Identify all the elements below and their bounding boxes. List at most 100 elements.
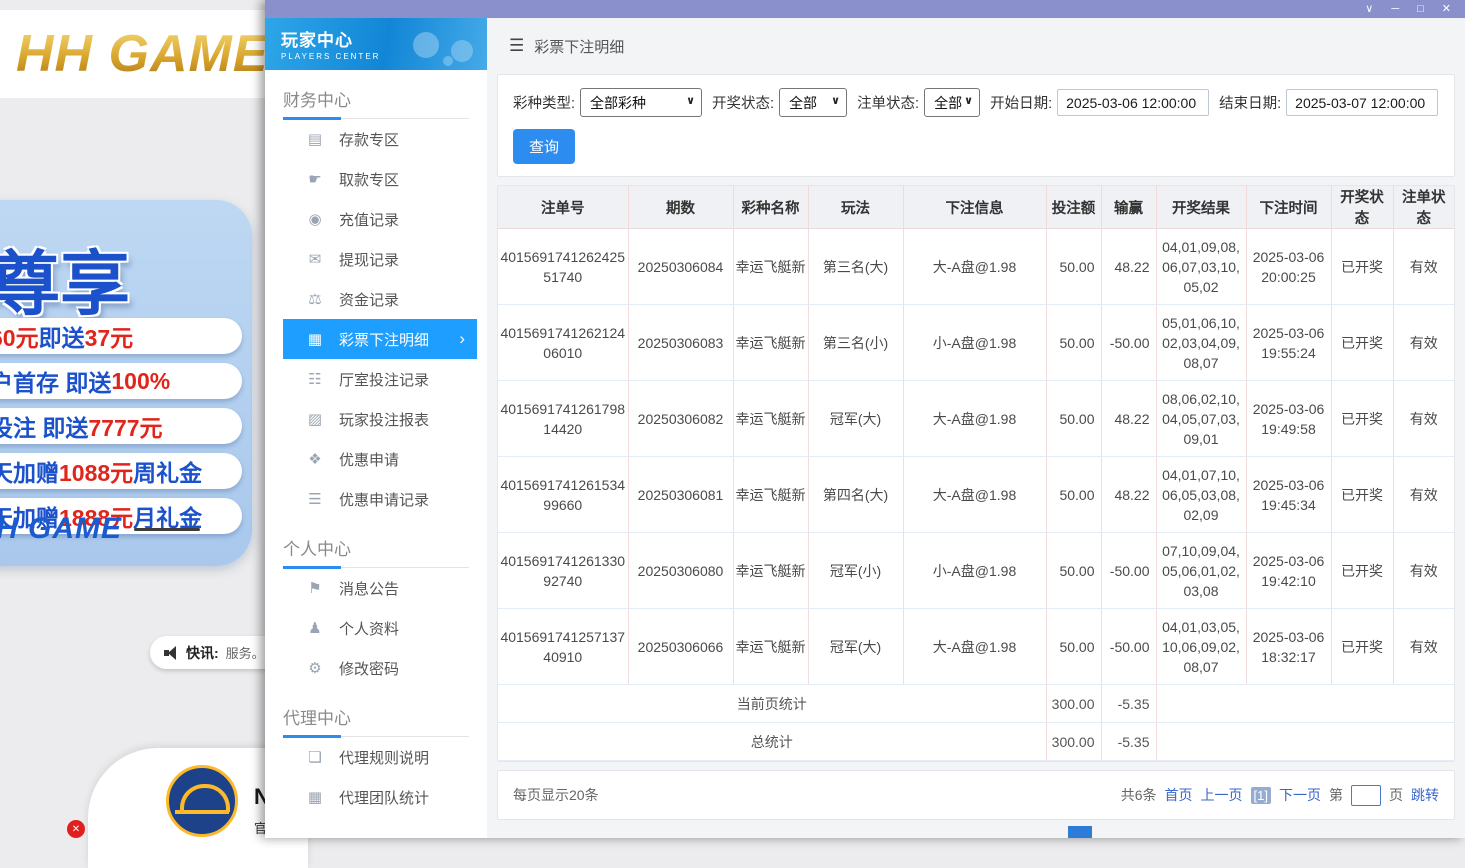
sidebar-item-profile[interactable]: ♟个人资料 xyxy=(283,608,477,648)
draw-status-value: 全部 xyxy=(789,93,817,113)
document-icon: ▦ xyxy=(305,330,325,348)
site-header-band: HH GAME xyxy=(0,10,300,98)
summary-amount: 300.00 xyxy=(1046,723,1101,761)
sidebar-item-recharge-records[interactable]: ◉充值记录 xyxy=(283,199,477,239)
sidebar-item-label: 充值记录 xyxy=(339,209,399,230)
cell-win_loss: -50.00 xyxy=(1101,305,1156,381)
jump-button[interactable]: 跳转 xyxy=(1411,785,1439,805)
summary-row: 当前页统计300.00-5.35 xyxy=(498,685,1454,723)
end-date-label: 结束日期: xyxy=(1219,92,1281,113)
sidebar-item-withdrawal-records[interactable]: ✉提现记录 xyxy=(283,239,477,279)
cell-order_status: 有效 xyxy=(1393,381,1454,457)
lottery-type-label: 彩种类型: xyxy=(513,92,575,113)
column-header-order_status: 注单状态 xyxy=(1393,186,1454,229)
sidebar-item-label: 优惠申请记录 xyxy=(339,489,429,510)
lottery-type-value: 全部彩种 xyxy=(590,93,646,113)
start-date-input[interactable] xyxy=(1057,89,1209,116)
speaker-icon xyxy=(164,646,179,660)
sidebar-item-deposit-zone[interactable]: ▤存款专区 xyxy=(283,119,477,159)
summary-row: 总统计300.00-5.35 xyxy=(498,723,1454,761)
section-title: 财务中心 xyxy=(283,86,487,119)
section-title: 代理中心 xyxy=(283,704,487,737)
cell-bet_info: 大-A盘@1.98 xyxy=(903,229,1046,305)
dash-decoration xyxy=(134,528,200,531)
sidebar-item-agent-rules[interactable]: ❏代理规则说明 xyxy=(283,737,477,777)
cell-play: 第四名(大) xyxy=(808,457,903,533)
cell-order_status: 有效 xyxy=(1393,305,1454,381)
coin-purse-icon: ⚖ xyxy=(305,290,325,308)
cell-order_no: 401569174126242551740 xyxy=(498,229,628,305)
sidebar-item-promo-apply[interactable]: ❖优惠申请 xyxy=(283,439,477,479)
cell-amount: 50.00 xyxy=(1046,305,1101,381)
summary-win-loss: -5.35 xyxy=(1101,723,1156,761)
bell-icon: ⚑ xyxy=(305,579,325,597)
menu-icon[interactable]: ☰ xyxy=(509,36,524,56)
sidebar-item-promo-apply-records[interactable]: ☰优惠申请记录 xyxy=(283,479,477,519)
cell-lottery: 幸运飞艇新 xyxy=(733,229,808,305)
cell-period: 20250306080 xyxy=(628,533,733,609)
table-row: 40156917412571374091020250306066幸运飞艇新冠军(… xyxy=(498,609,1454,685)
query-button[interactable]: 查询 xyxy=(513,129,575,164)
order-status-select[interactable]: 全部 xyxy=(924,88,980,117)
cell-period: 20250306083 xyxy=(628,305,733,381)
sidebar-item-agent-team-stats[interactable]: ▦代理团队统计 xyxy=(283,777,477,817)
sidebar: 玩家中心 PLAYERS CENTER 财务中心▤存款专区☛取款专区◉充值记录✉… xyxy=(265,18,487,838)
page-jump-input[interactable] xyxy=(1351,785,1381,806)
sidebar-item-withdraw-zone[interactable]: ☛取款专区 xyxy=(283,159,477,199)
summary-label: 当前页统计 xyxy=(498,685,1046,723)
sidebar-item-label: 存款专区 xyxy=(339,129,399,150)
sidebar-item-announcements[interactable]: ⚑消息公告 xyxy=(283,568,477,608)
page-title: 彩票下注明细 xyxy=(534,36,624,57)
sidebar-item-label: 彩票下注明细 xyxy=(339,329,429,350)
lottery-type-select[interactable]: 全部彩种 xyxy=(580,88,702,117)
promo-pill: 户首存 即送100% xyxy=(0,363,242,399)
close-button[interactable]: ✕ xyxy=(1442,0,1451,18)
sidebar-item-funds-records[interactable]: ⚖资金记录 xyxy=(283,279,477,319)
sidebar-item-change-password[interactable]: ⚙修改密码 xyxy=(283,648,477,688)
cell-win_loss: 48.22 xyxy=(1101,457,1156,533)
section-title: 个人中心 xyxy=(283,535,487,568)
jump-prefix-label: 第 xyxy=(1329,785,1343,805)
cell-amount: 50.00 xyxy=(1046,229,1101,305)
draw-status-select[interactable]: 全部 xyxy=(779,88,847,117)
floating-widget-partial[interactable] xyxy=(1068,826,1092,838)
sidebar-item-label: 取款专区 xyxy=(339,169,399,190)
cell-amount: 50.00 xyxy=(1046,533,1101,609)
error-badge-icon[interactable]: ✕ xyxy=(67,820,85,838)
end-date-input[interactable] xyxy=(1286,89,1438,116)
team-logo xyxy=(166,765,238,837)
sidebar-item-lottery-bet-details[interactable]: ▦彩票下注明细› xyxy=(283,319,477,359)
cell-result: 07,10,09,04,05,06,01,02,03,08 xyxy=(1156,533,1246,609)
cell-bet_info: 大-A盘@1.98 xyxy=(903,381,1046,457)
table-row: 40156917412624255174020250306084幸运飞艇新第三名… xyxy=(498,229,1454,305)
pagination-bar: 每页显示20条 共6条 首页 上一页 [1] 下一页 第 页 跳转 xyxy=(497,770,1455,820)
column-header-lottery: 彩种名称 xyxy=(733,186,808,229)
column-header-amount: 投注额 xyxy=(1046,186,1101,229)
column-header-win_loss: 输赢 xyxy=(1101,186,1156,229)
players-center-window: ∨─□✕ 玩家中心 PLAYERS CENTER 财务中心▤存款专区☛取款专区◉… xyxy=(265,0,1465,838)
first-page-link[interactable]: 首页 xyxy=(1165,785,1193,805)
sidebar-item-player-bet-report[interactable]: ▨玩家投注报表 xyxy=(283,399,477,439)
chevron-down-button[interactable]: ∨ xyxy=(1365,0,1373,18)
breadcrumb: ☰ 彩票下注明细 xyxy=(487,18,1465,74)
cell-lottery: 幸运飞艇新 xyxy=(733,305,808,381)
start-date-label: 开始日期: xyxy=(990,92,1052,113)
prev-page-link[interactable]: 上一页 xyxy=(1201,785,1243,805)
cell-lottery: 幸运飞艇新 xyxy=(733,457,808,533)
sidebar-item-hall-bet-records[interactable]: ☷厅室投注记录 xyxy=(283,359,477,399)
maximize-button[interactable]: □ xyxy=(1417,0,1424,18)
cell-play: 第三名(大) xyxy=(808,229,903,305)
current-page-indicator[interactable]: [1] xyxy=(1251,787,1271,804)
cell-play: 冠军(小) xyxy=(808,533,903,609)
hh-game-logo[interactable]: HH GAME xyxy=(16,24,269,84)
table-row: 40156917412621240601020250306083幸运飞艇新第三名… xyxy=(498,305,1454,381)
column-header-draw_status: 开奖状态 xyxy=(1331,186,1393,229)
next-page-link[interactable]: 下一页 xyxy=(1279,785,1321,805)
cell-period: 20250306066 xyxy=(628,609,733,685)
order-status-value: 全部 xyxy=(934,93,962,113)
cell-draw_status: 已开奖 xyxy=(1331,305,1393,381)
minimize-button[interactable]: ─ xyxy=(1391,0,1399,18)
cell-result: 04,01,07,10,06,05,03,08,02,09 xyxy=(1156,457,1246,533)
cell-amount: 50.00 xyxy=(1046,609,1101,685)
cell-win_loss: -50.00 xyxy=(1101,609,1156,685)
